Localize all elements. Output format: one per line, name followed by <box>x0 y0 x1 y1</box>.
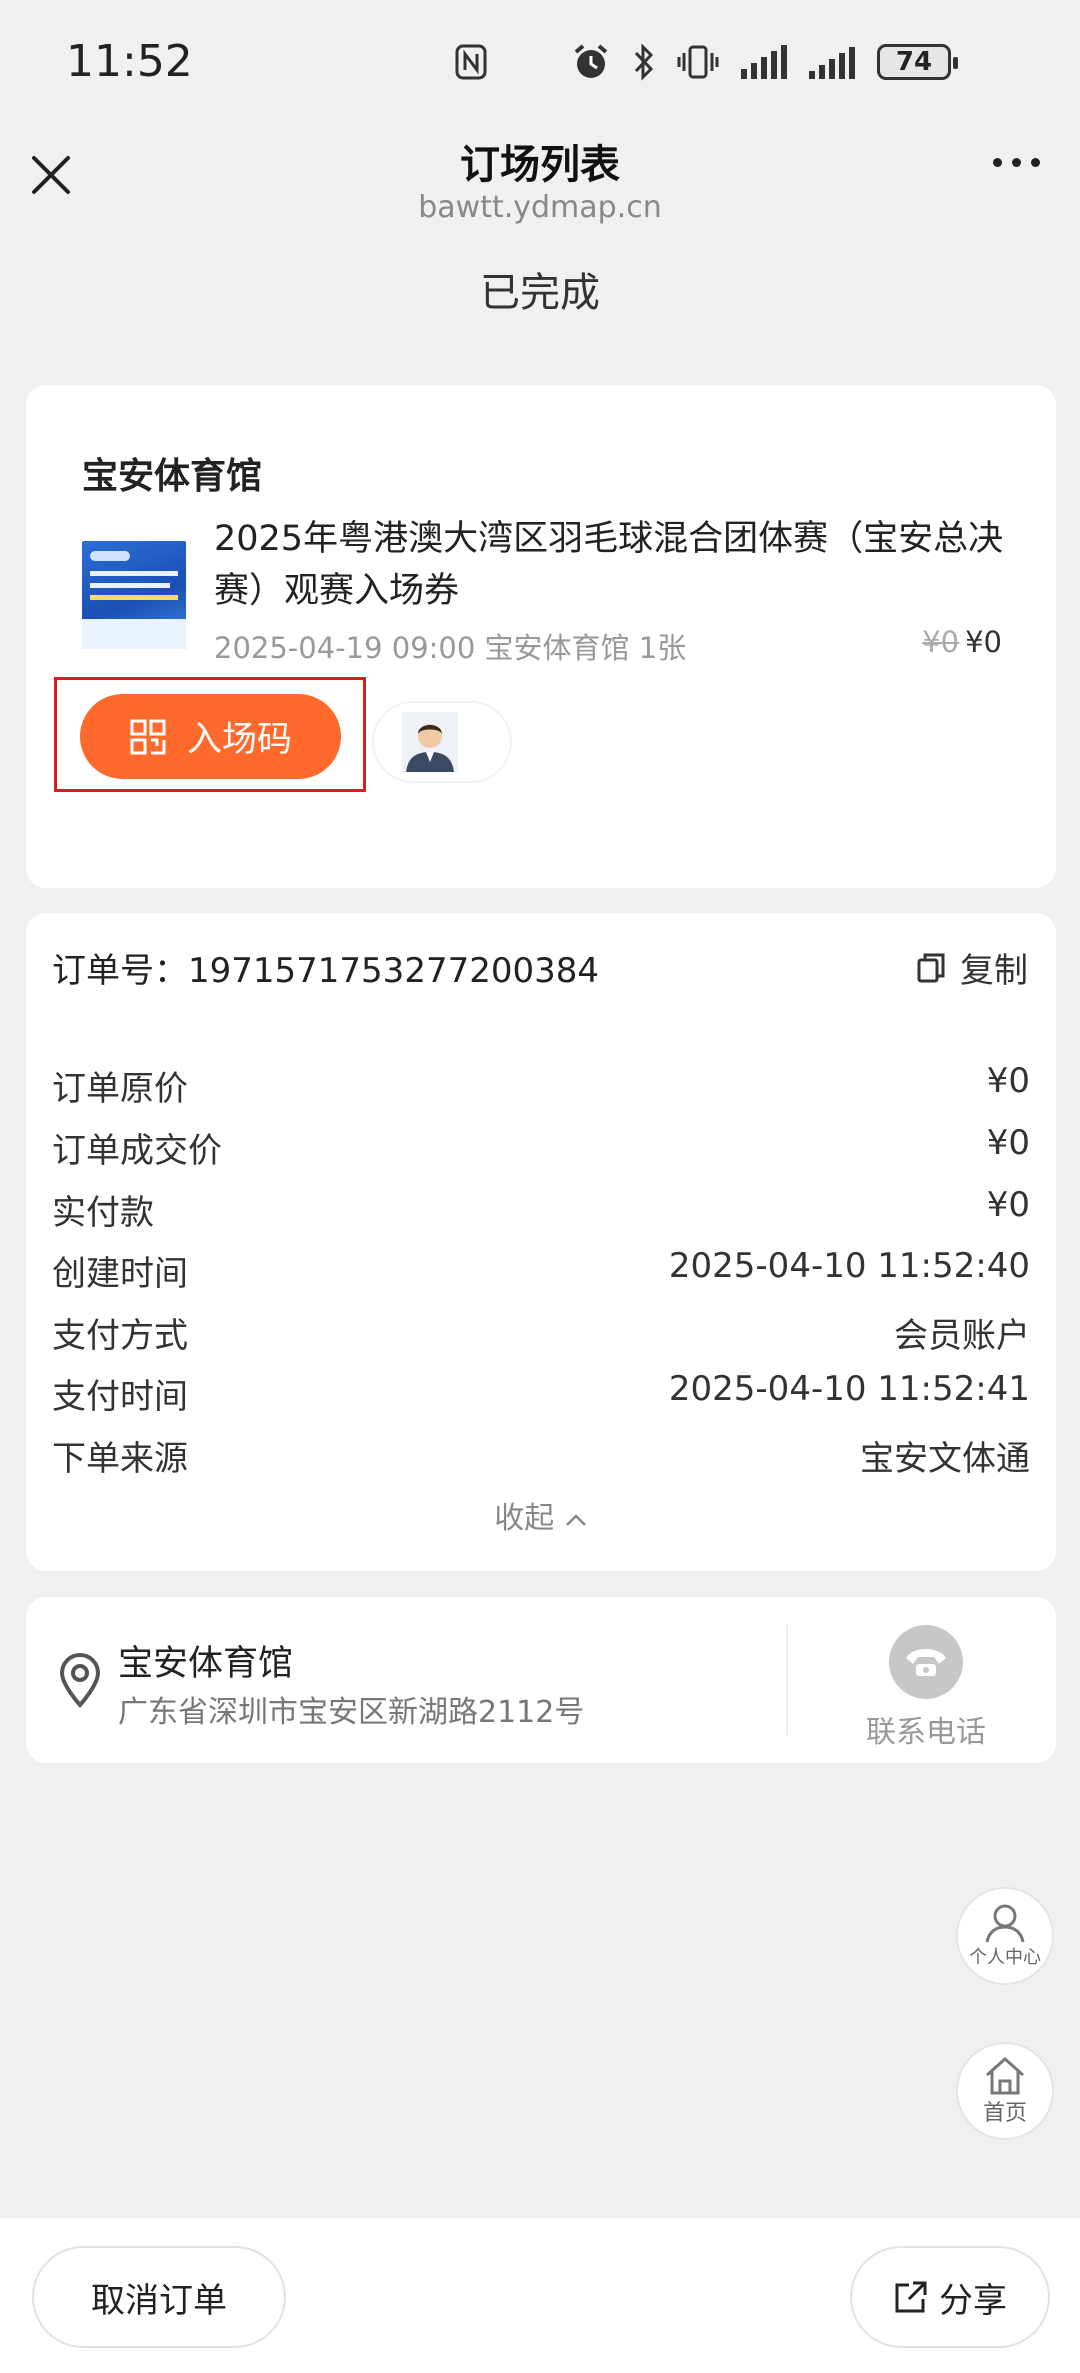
detail-value: 2025-04-10 11:52:40 <box>668 1246 1030 1286</box>
detail-key: 下单来源 <box>52 1439 188 1479</box>
entry-code-label: 入场码 <box>186 720 292 760</box>
collapse-toggle[interactable]: 收起 <box>26 1493 1056 1537</box>
order-number-value: 1971571753277200384 <box>188 951 600 991</box>
detail-value: ¥0 <box>986 1123 1030 1163</box>
copy-button[interactable]: 复制 <box>916 943 1028 992</box>
divider <box>786 1625 788 1735</box>
bottom-action-bar: 取消订单 分享 <box>0 2218 1080 2373</box>
vibrate-icon <box>677 45 719 79</box>
user-center-button[interactable]: 个人中心 <box>956 1887 1054 1985</box>
original-price: ¥0 <box>922 625 960 659</box>
status-icons: 74 <box>455 40 958 84</box>
page-domain: bawtt.ydmap.cn <box>418 190 662 225</box>
home-button[interactable]: 首页 <box>956 2042 1054 2140</box>
location-pin-icon <box>59 1653 101 1708</box>
order-details-card: 订单号：1971571753277200384 复制 订单原价 ¥0 订单成交价… <box>26 913 1056 1571</box>
detail-key: 订单原价 <box>52 1069 188 1109</box>
collapse-label: 收起 <box>494 1501 555 1536</box>
copy-icon <box>917 953 945 982</box>
nav-header: 订场列表 bawtt.ydmap.cn <box>0 124 1080 240</box>
contact-phone-button[interactable]: 联系电话 <box>826 1625 1026 1751</box>
venue-name: 宝安体育馆 <box>82 456 263 497</box>
attendee-avatar[interactable] <box>372 701 512 783</box>
qr-code-icon <box>130 719 166 754</box>
copy-label: 复制 <box>960 951 1028 991</box>
event-title[interactable]: 2025年粤港澳大湾区羽毛球混合团体赛（宝安总决赛）观赛入场券 <box>214 513 1014 617</box>
location-address[interactable]: 广东省深圳市宝安区新湖路2112号 <box>118 1687 584 1731</box>
detail-key: 实付款 <box>52 1193 154 1233</box>
nfc-icon <box>455 44 487 80</box>
status-time: 11:52 <box>66 36 193 87</box>
detail-value: ¥0 <box>986 1061 1030 1101</box>
event-poster-thumbnail[interactable] <box>82 541 186 649</box>
detail-key: 订单成交价 <box>52 1131 222 1171</box>
detail-key: 创建时间 <box>52 1254 188 1294</box>
signal-icon <box>741 45 787 79</box>
detail-value: 宝安文体通 <box>860 1439 1030 1479</box>
alarm-icon <box>574 44 608 78</box>
detail-value: 会员账户 <box>894 1316 1030 1356</box>
location-card: 宝安体育馆 广东省深圳市宝安区新湖路2112号 联系电话 <box>26 1597 1056 1763</box>
booking-card: 宝安体育馆 2025年粤港澳大湾区羽毛球混合团体赛（宝安总决赛）观赛入场券 20… <box>26 385 1056 888</box>
cancel-order-button[interactable]: 取消订单 <box>32 2246 286 2348</box>
signal-2-icon <box>809 45 855 79</box>
detail-value: ¥0 <box>986 1185 1030 1225</box>
home-label: 首页 <box>982 2101 1027 2126</box>
location-name[interactable]: 宝安体育馆 <box>118 1635 293 1686</box>
person-avatar-icon <box>402 712 458 772</box>
phone-icon <box>889 1625 963 1699</box>
current-price: ¥0 <box>965 625 1002 659</box>
event-meta: 2025-04-19 09:00 宝安体育馆 1张 <box>214 631 687 665</box>
user-icon <box>985 1904 1025 1943</box>
page-title: 订场列表 <box>460 142 620 188</box>
chevron-up-icon <box>565 1514 586 1526</box>
detail-value: 2025-04-10 11:52:41 <box>668 1369 1030 1409</box>
user-center-label: 个人中心 <box>969 1947 1041 1968</box>
share-button[interactable]: 分享 <box>850 2246 1050 2348</box>
detail-key: 支付时间 <box>52 1377 188 1417</box>
home-icon <box>986 2056 1024 2095</box>
order-status-heading: 已完成 <box>480 270 600 316</box>
share-icon <box>895 2281 927 2313</box>
more-icon[interactable] <box>993 158 1040 167</box>
status-bar: 11:52 74 <box>0 0 1080 124</box>
order-number: 订单号：1971571753277200384 <box>52 943 599 992</box>
order-number-label: 订单号： <box>52 951 188 991</box>
entry-code-button[interactable]: 入场码 <box>80 694 341 779</box>
event-price: ¥0 ¥0 <box>922 625 1002 659</box>
contact-phone-label: 联系电话 <box>866 1715 986 1750</box>
detail-key: 支付方式 <box>52 1316 188 1356</box>
battery-icon: 74 <box>877 44 958 80</box>
bluetooth-icon <box>634 43 654 81</box>
share-label: 分享 <box>939 2280 1007 2321</box>
